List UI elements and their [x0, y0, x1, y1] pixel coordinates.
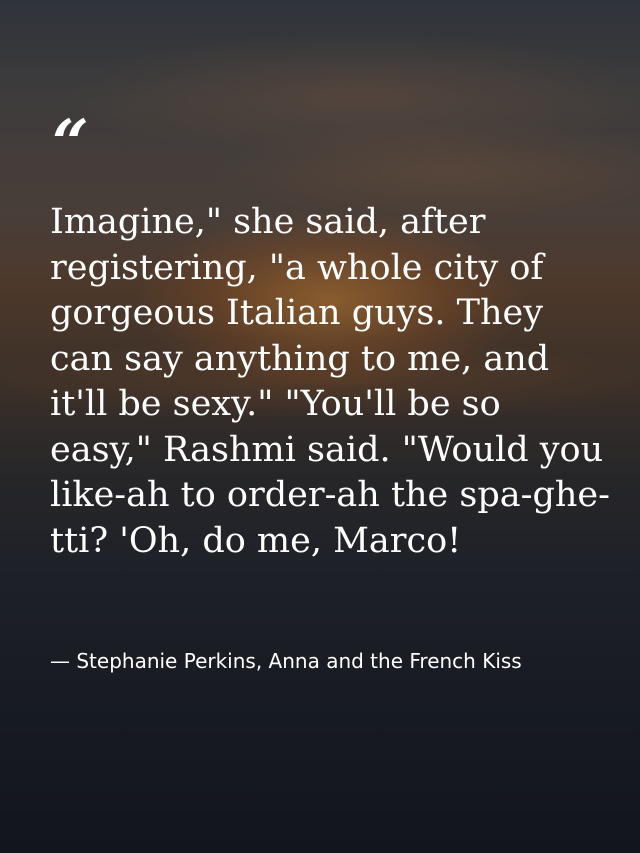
quotation-mark-icon: “: [52, 106, 89, 181]
quote-text: Imagine," she said, after registering, "…: [50, 202, 610, 561]
quote-attribution: — Stephanie Perkins, Anna and the French…: [50, 649, 522, 673]
